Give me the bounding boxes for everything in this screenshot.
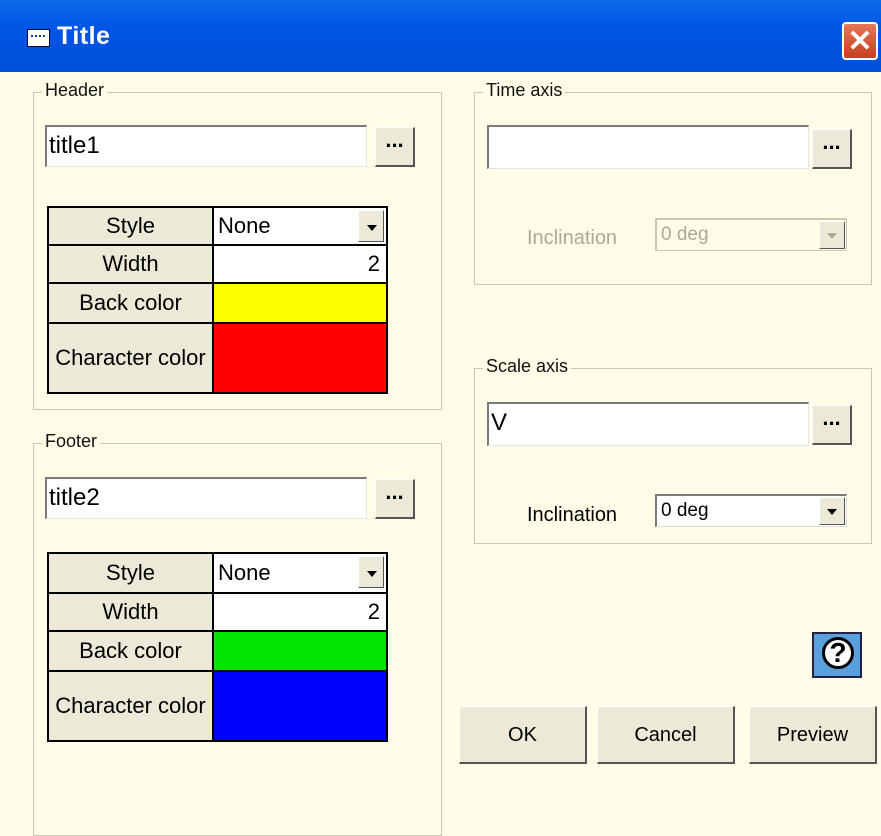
header-browse-button[interactable]: ... — [375, 127, 415, 167]
header-style-value: None — [218, 213, 271, 238]
scale-axis-browse-button[interactable]: ... — [812, 405, 852, 445]
header-back-color-label: Back color — [47, 282, 214, 324]
footer-width-label: Width — [47, 592, 214, 632]
footer-style-label: Style — [47, 552, 214, 594]
header-style-select[interactable]: None — [212, 206, 388, 246]
help-icon: ? — [822, 637, 854, 669]
scale-axis-inclination-value: 0 deg — [661, 500, 709, 521]
time-axis-text-input[interactable] — [487, 125, 809, 169]
footer-text-input[interactable]: title2 — [45, 477, 367, 519]
time-axis-inclination-label: Inclination — [527, 227, 618, 249]
header-width-value[interactable]: 2 — [212, 244, 388, 284]
ok-button[interactable]: OK — [459, 706, 587, 764]
footer-width-value[interactable]: 2 — [212, 592, 388, 632]
header-style-grid: Style None Width 2 Back color Character … — [47, 206, 388, 394]
header-text-input[interactable]: title1 — [45, 125, 367, 167]
time-axis-inclination-value: 0 deg — [661, 224, 709, 245]
footer-style-grid: Style None Width 2 Back color Character … — [47, 552, 388, 742]
header-group-label: Header — [42, 80, 108, 101]
header-back-color-swatch[interactable] — [212, 282, 388, 324]
header-character-color-label: Character color — [47, 322, 214, 394]
cancel-button[interactable]: Cancel — [597, 706, 735, 764]
scale-axis-inclination-select[interactable]: 0 deg — [655, 494, 847, 527]
footer-back-color-swatch[interactable] — [212, 630, 388, 672]
chevron-down-icon[interactable] — [819, 221, 845, 249]
title-bar: Title ✕ — [0, 0, 881, 72]
header-width-label: Width — [47, 244, 214, 284]
dialog-client: Header title1 ... Style None Width 2 Bac… — [0, 72, 881, 836]
window-title: Title — [57, 22, 111, 50]
time-axis-inclination-select[interactable]: 0 deg — [655, 218, 847, 251]
footer-browse-button[interactable]: ... — [375, 479, 415, 519]
chevron-down-icon[interactable] — [358, 210, 384, 242]
footer-style-value: None — [218, 560, 271, 585]
dialog-icon — [27, 29, 50, 47]
close-icon: ✕ — [847, 25, 873, 58]
footer-character-color-label: Character color — [47, 670, 214, 742]
footer-style-select[interactable]: None — [212, 552, 388, 594]
footer-back-color-label: Back color — [47, 630, 214, 672]
header-style-label: Style — [47, 206, 214, 246]
time-axis-browse-button[interactable]: ... — [812, 129, 852, 169]
scale-axis-group-label: Scale axis — [483, 356, 572, 377]
time-axis-group-label: Time axis — [483, 80, 566, 101]
close-button[interactable]: ✕ — [842, 22, 878, 60]
footer-character-color-swatch[interactable] — [212, 670, 388, 742]
header-character-color-swatch[interactable] — [212, 322, 388, 394]
help-button[interactable]: ? — [812, 632, 862, 678]
scale-axis-text-input[interactable]: V — [487, 402, 809, 446]
chevron-down-icon[interactable] — [358, 556, 384, 588]
preview-button[interactable]: Preview — [749, 706, 877, 764]
footer-group-label: Footer — [42, 431, 101, 452]
chevron-down-icon[interactable] — [819, 497, 845, 525]
scale-axis-inclination-label: Inclination — [527, 504, 618, 526]
time-axis-group: Time axis — [474, 80, 872, 285]
